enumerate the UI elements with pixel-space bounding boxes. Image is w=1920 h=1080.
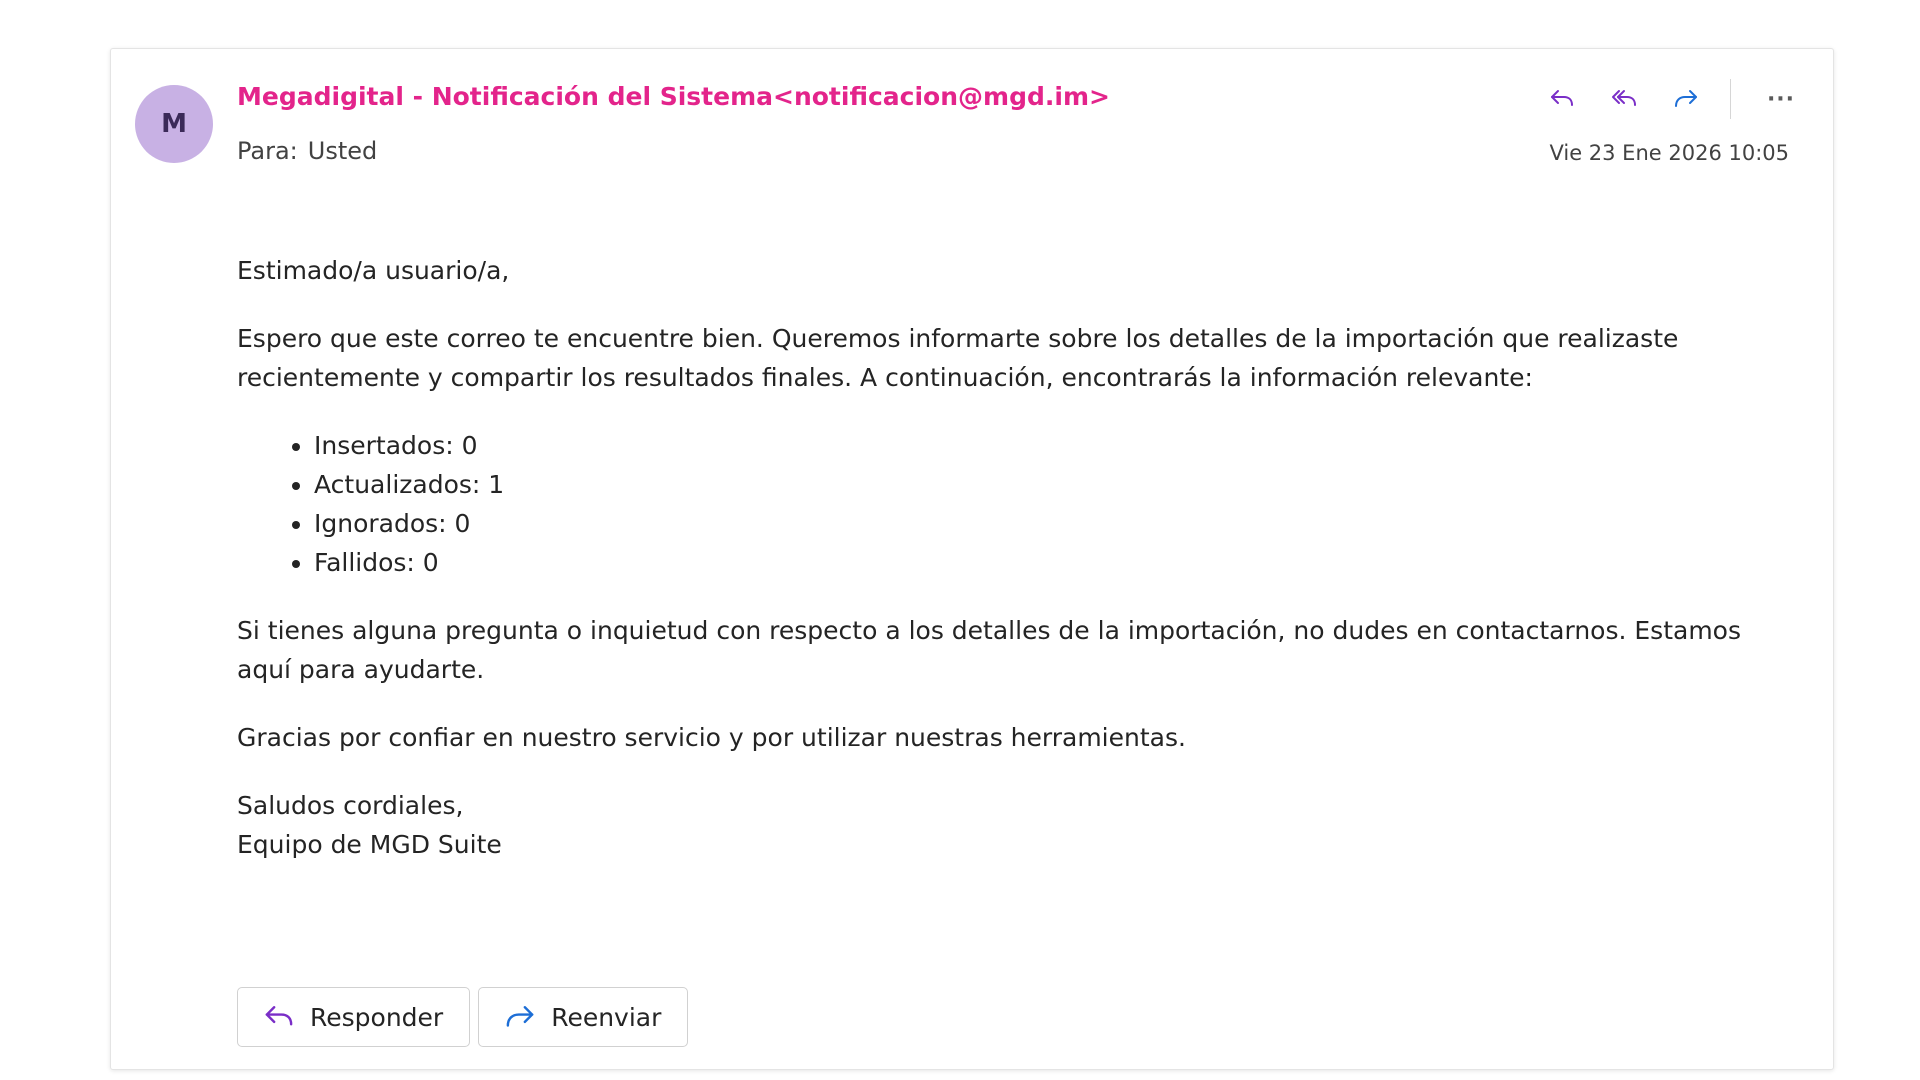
reply-all-icon <box>1612 90 1636 106</box>
results-list: Insertados: 0 Actualizados: 1 Ignorados:… <box>237 426 1797 582</box>
forward-button[interactable]: Reenviar <box>478 987 689 1047</box>
message-actions: ··· <box>1522 77 1803 121</box>
list-item: Fallidos: 0 <box>314 543 1797 582</box>
intro-paragraph: Espero que este correo te encuentre bien… <box>237 324 1679 392</box>
closing-line: Saludos cordiales, <box>237 791 464 820</box>
list-item: Insertados: 0 <box>314 426 1797 465</box>
forward-icon-button[interactable] <box>1664 77 1708 121</box>
sender-name[interactable]: Megadigital - Notificación del Sistema<n… <box>237 82 1110 111</box>
email-card: M Megadigital - Notificación del Sistema… <box>110 48 1834 1070</box>
reply-icon-button[interactable] <box>1540 77 1584 121</box>
toolbar-divider <box>1730 79 1731 119</box>
help-paragraph: Si tienes alguna pregunta o inquietud co… <box>237 616 1742 684</box>
list-item: Ignorados: 0 <box>314 504 1797 543</box>
forward-icon <box>506 1006 534 1027</box>
bottom-actions: Responder Reenviar <box>237 987 696 1047</box>
reply-icon <box>265 1006 293 1026</box>
message-body: Estimado/a usuario/a, Espero que este co… <box>237 251 1797 864</box>
forward-button-label: Reenviar <box>551 1002 662 1032</box>
message-date: Vie 23 Ene 2026 10:05 <box>1549 141 1789 165</box>
avatar: M <box>135 85 213 163</box>
list-item: Actualizados: 1 <box>314 465 1797 504</box>
reply-icon <box>1551 90 1573 106</box>
more-options-icon[interactable]: ··· <box>1759 77 1803 121</box>
recipient-value[interactable]: Usted <box>308 137 377 165</box>
recipient-label: Para: <box>237 137 298 165</box>
greeting: Estimado/a usuario/a, <box>237 256 510 285</box>
reply-button[interactable]: Responder <box>237 987 471 1047</box>
thanks-paragraph: Gracias por confiar en nuestro servicio … <box>237 723 1186 752</box>
reply-all-icon-button[interactable] <box>1602 77 1646 121</box>
forward-icon <box>1675 90 1697 107</box>
recipient-line: Para: Usted <box>237 137 377 165</box>
reply-button-label: Responder <box>310 1002 444 1032</box>
signature-line: Equipo de MGD Suite <box>237 830 502 859</box>
